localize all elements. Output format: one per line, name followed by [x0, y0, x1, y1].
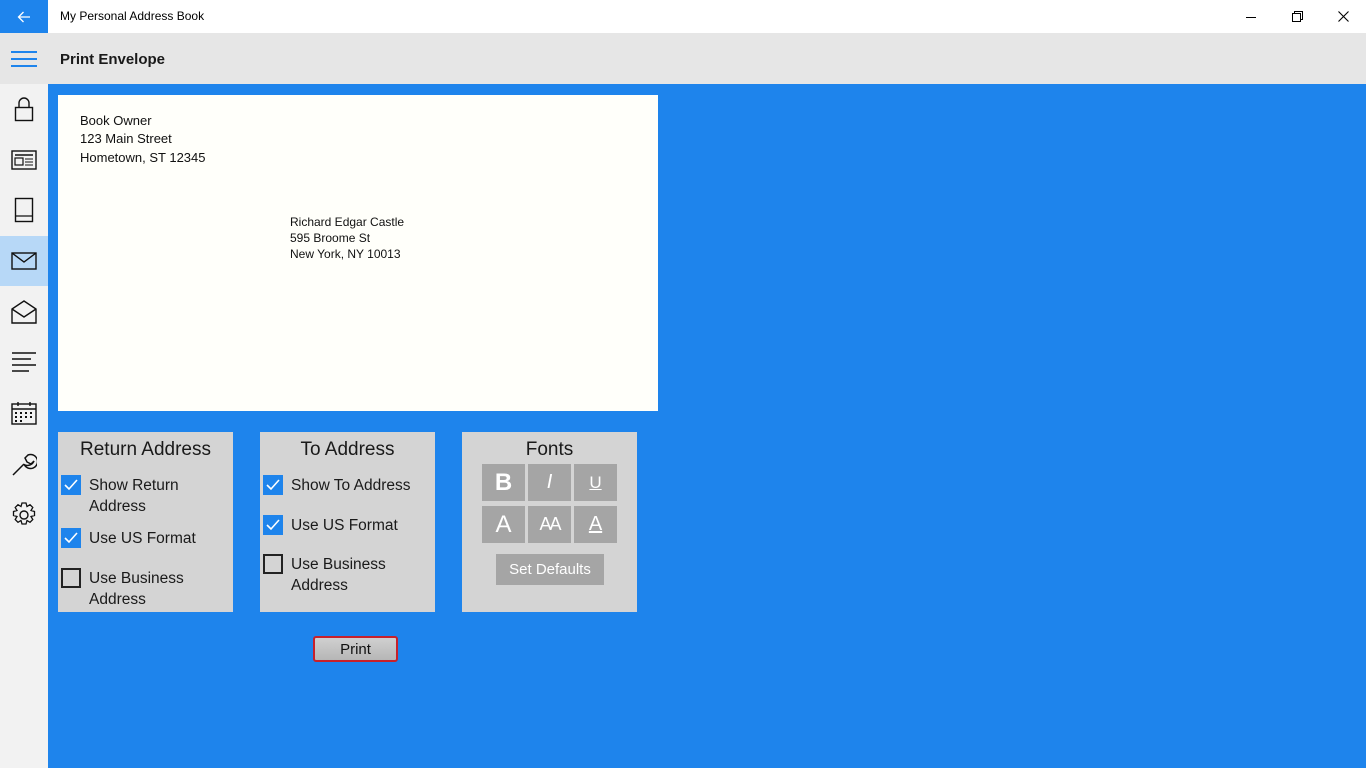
wrench-icon [12, 453, 37, 476]
return-business-address-checkbox[interactable] [61, 568, 81, 588]
check-icon [64, 532, 78, 544]
return-address-line: Book Owner [80, 113, 152, 128]
sidebar-item-lock[interactable] [0, 84, 48, 134]
close-icon [1337, 11, 1349, 22]
calendar-icon [11, 402, 37, 425]
book-icon [14, 197, 34, 223]
restore-icon [1291, 11, 1303, 22]
minimize-button[interactable] [1228, 0, 1274, 33]
show-to-address-checkbox[interactable] [263, 475, 283, 495]
sidebar-item-book[interactable] [0, 185, 48, 235]
page-title: Print Envelope [60, 51, 166, 68]
return-business-address-label: Use Business Address [89, 570, 184, 608]
decrease-font-button[interactable]: A [574, 506, 617, 543]
open-envelope-icon [11, 300, 37, 324]
return-us-format-option[interactable]: Use US Format [61, 528, 209, 549]
to-us-format-label: Use US Format [291, 517, 398, 534]
to-business-address-option[interactable]: Use Business Address [263, 554, 411, 596]
back-button[interactable] [0, 0, 48, 33]
lock-icon [14, 97, 34, 122]
to-address-title: To Address [300, 439, 395, 460]
return-address-line: Hometown, ST 12345 [80, 150, 206, 165]
return-us-format-label: Use US Format [89, 530, 196, 547]
sidebar-item-newspaper[interactable] [0, 135, 48, 185]
hamburger-menu-button[interactable] [0, 33, 48, 84]
app-title: My Personal Address Book [60, 9, 205, 23]
to-address-line: 595 Broome St [290, 231, 371, 245]
envelope-preview: Book Owner 123 Main Street Hometown, ST … [58, 95, 658, 411]
return-address-panel: Return Address Show Return Address Use U… [58, 432, 233, 612]
hamburger-icon [11, 50, 37, 67]
fonts-title: Fonts [525, 439, 574, 460]
underline-button[interactable]: U [574, 464, 617, 501]
check-icon [266, 479, 280, 491]
sidebar-item-calendar[interactable] [0, 388, 48, 438]
list-icon [12, 352, 36, 372]
to-address-line: Richard Edgar Castle [290, 215, 405, 229]
sidebar-item-tools[interactable] [0, 439, 48, 489]
increase-font-button[interactable]: A [482, 506, 525, 543]
back-arrow-icon [17, 11, 30, 22]
title-bar: My Personal Address Book [0, 0, 1366, 33]
sidebar-item-envelope[interactable] [0, 236, 48, 286]
to-business-address-checkbox[interactable] [263, 554, 283, 574]
sidebar [0, 84, 48, 768]
check-icon [64, 479, 78, 491]
default-font-size-button[interactable]: AA [528, 506, 571, 543]
fonts-panel: Fonts B I U A AA A Set Defaults [462, 432, 637, 612]
bold-button[interactable]: B [482, 464, 525, 501]
show-return-address-checkbox[interactable] [61, 475, 81, 495]
to-us-format-checkbox[interactable] [263, 515, 283, 535]
return-us-format-checkbox[interactable] [61, 528, 81, 548]
return-address-title: Return Address [80, 439, 211, 460]
gear-icon [12, 502, 36, 525]
show-to-address-label: Show To Address [291, 477, 411, 494]
to-us-format-option[interactable]: Use US Format [263, 515, 411, 536]
check-icon [266, 519, 280, 531]
sidebar-item-list[interactable] [0, 337, 48, 387]
envelope-icon [11, 252, 37, 270]
to-address-panel: To Address Show To Address Use US Format… [260, 432, 435, 612]
set-defaults-button[interactable]: Set Defaults [496, 554, 604, 585]
to-business-address-label: Use Business Address [291, 556, 386, 594]
print-button[interactable]: Print [313, 636, 398, 662]
show-to-address-option[interactable]: Show To Address [263, 475, 411, 496]
show-return-address-option[interactable]: Show Return Address [61, 475, 209, 517]
page-header: Print Envelope [0, 33, 1366, 84]
italic-button[interactable]: I [528, 464, 571, 501]
restore-button[interactable] [1274, 0, 1320, 33]
return-business-address-option[interactable]: Use Business Address [61, 568, 209, 610]
show-return-address-label: Show Return Address [89, 477, 179, 515]
minimize-icon [1246, 16, 1256, 18]
close-button[interactable] [1320, 0, 1366, 33]
return-address-line: 123 Main Street [80, 131, 172, 146]
newspaper-icon [11, 150, 37, 170]
to-address-line: New York, NY 10013 [290, 247, 401, 261]
sidebar-item-open-envelope[interactable] [0, 287, 48, 337]
sidebar-item-settings[interactable] [0, 490, 48, 540]
